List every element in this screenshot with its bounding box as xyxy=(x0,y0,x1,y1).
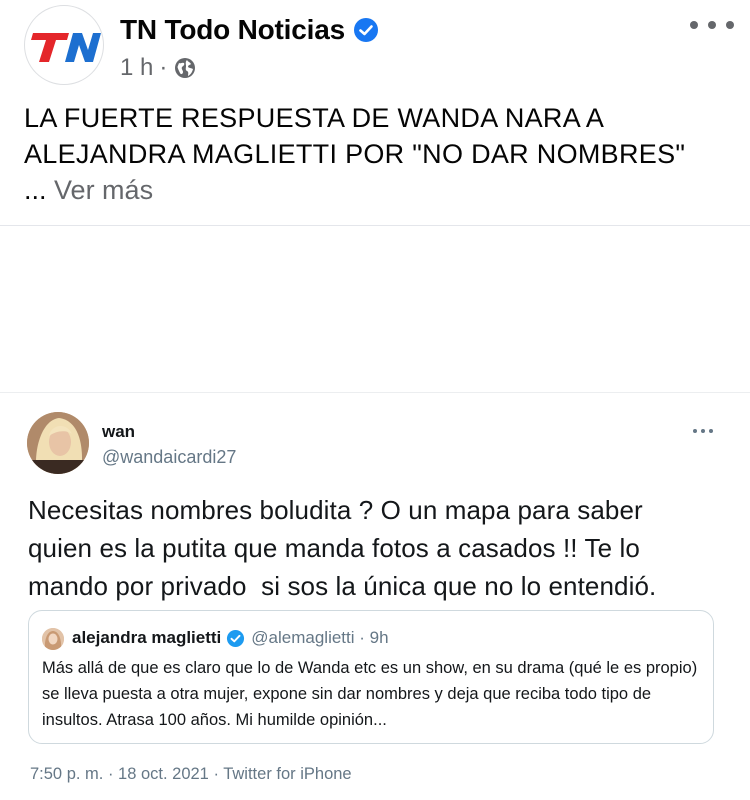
page-name[interactable]: TN Todo Noticias xyxy=(120,14,345,46)
avatar-photo xyxy=(27,412,89,474)
tweet-author-handle: @wandaicardi27 xyxy=(102,447,237,467)
verified-icon xyxy=(353,18,378,42)
tweet-footer: 7:50 p. m. · 18 oct. 2021 · Twitter for … xyxy=(30,765,352,783)
post-text: LA FUERTE RESPUESTA DE WANDA NARA A ALEJ… xyxy=(24,103,686,169)
tweet-avatar xyxy=(27,412,89,474)
tweet-more-icon xyxy=(693,429,713,435)
quoted-tweet: alejandra maglietti @alemaglietti · 9h M… xyxy=(28,610,714,744)
quoted-avatar xyxy=(42,628,64,650)
more-options-icon[interactable] xyxy=(690,14,734,36)
post-meta: 1 h · xyxy=(120,54,197,82)
tn-logo-icon xyxy=(31,33,101,62)
post-header: TN Todo Noticias 1 h · xyxy=(0,0,750,96)
see-more-link[interactable]: Ver más xyxy=(54,175,153,205)
quoted-text: Más allá de que es claro que lo de Wanda… xyxy=(42,659,698,729)
quoted-header: alejandra maglietti @alemaglietti · 9h xyxy=(72,628,389,648)
meta-separator: · xyxy=(159,54,168,81)
tweet-text: Necesitas nombres boludita ? O un mapa p… xyxy=(28,495,657,601)
quoted-author-handle: @alemaglietti · 9h xyxy=(251,628,389,647)
page-avatar[interactable] xyxy=(24,5,104,85)
divider xyxy=(0,225,750,226)
tweet-author-name: wan xyxy=(102,422,136,441)
page-name-row: TN Todo Noticias xyxy=(120,14,379,46)
tweet-image[interactable]: wan @wandaicardi27 Necesitas nombres bol… xyxy=(0,392,750,800)
quoted-avatar-photo xyxy=(42,628,64,650)
ellipsis: ... xyxy=(24,175,47,205)
see-more-row: ... Ver más xyxy=(24,172,153,208)
globe-icon xyxy=(175,58,196,78)
twitter-verified-icon xyxy=(227,629,245,647)
quoted-author-name: alejandra maglietti xyxy=(72,628,222,647)
post-time[interactable]: 1 h xyxy=(120,54,153,82)
